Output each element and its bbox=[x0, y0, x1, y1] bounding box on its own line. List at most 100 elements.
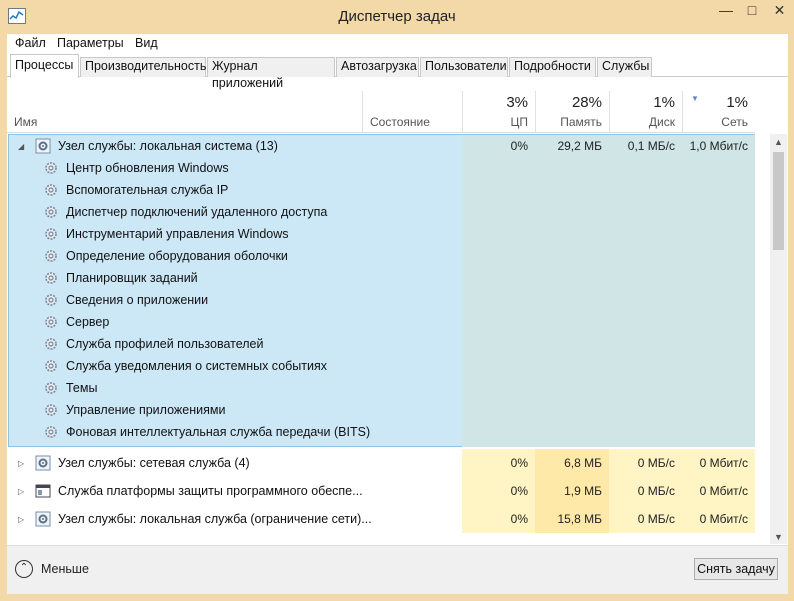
service-gear-icon bbox=[43, 380, 59, 396]
service-row[interactable]: Определение оборудования оболочки bbox=[7, 245, 755, 267]
column-network-label: Сеть bbox=[721, 115, 748, 129]
menu-view[interactable]: Вид bbox=[135, 36, 158, 50]
end-task-button[interactable]: Снять задачу bbox=[694, 558, 778, 580]
table-row[interactable]: ▷ Узел службы: сетевая служба (4) 0% 6,8 МБ… bbox=[7, 449, 755, 477]
sort-indicator-icon: ▼ bbox=[691, 94, 699, 103]
cpu-total-percent: 3% bbox=[506, 94, 528, 111]
table-row[interactable]: ▷ Узел службы: локальная служба (ограниче… bbox=[7, 505, 755, 533]
process-network: 0 Мбит/с bbox=[682, 449, 755, 477]
service-gear-icon bbox=[43, 182, 59, 198]
app-window-icon bbox=[35, 483, 51, 499]
column-memory-label: Память bbox=[560, 115, 602, 129]
gear-icon bbox=[35, 138, 51, 154]
column-header: Имя Состояние 3% ЦП 28% Память 1% Диск ▼… bbox=[7, 91, 755, 133]
service-gear-icon bbox=[43, 336, 59, 352]
service-gear-icon bbox=[43, 424, 59, 440]
process-memory: 15,8 МБ bbox=[535, 505, 609, 533]
service-gear-icon bbox=[43, 314, 59, 330]
tab-users[interactable]: Пользователи bbox=[420, 57, 508, 77]
memory-total-percent: 28% bbox=[571, 94, 602, 111]
service-row[interactable]: Сервер bbox=[7, 311, 755, 333]
tab-app-history[interactable]: Журнал приложений bbox=[207, 57, 335, 90]
service-name: Диспетчер подключений удаленного доступа bbox=[66, 205, 328, 219]
service-row[interactable]: Служба уведомления о системных событиях bbox=[7, 355, 755, 377]
chevron-up-icon[interactable]: ⌃ bbox=[15, 560, 33, 578]
footer-bar: ⌃ Меньше Снять задачу bbox=[7, 545, 788, 594]
disk-total-percent: 1% bbox=[653, 94, 675, 111]
fewer-details-link[interactable]: Меньше bbox=[41, 562, 89, 576]
column-disk-label: Диск bbox=[648, 115, 675, 129]
service-name: Сведения о приложении bbox=[66, 293, 209, 307]
title-bar[interactable]: Диспетчер задач — □ ✕ bbox=[0, 0, 794, 34]
service-name: Вспомогательная служба IP bbox=[66, 183, 229, 197]
service-row[interactable]: Темы bbox=[7, 377, 755, 399]
service-gear-icon bbox=[43, 226, 59, 242]
task-manager-window: Диспетчер задач — □ ✕ Файл Параметры Вид… bbox=[0, 0, 794, 601]
minimize-button[interactable]: — bbox=[713, 0, 739, 22]
service-row[interactable]: Инструментарий управления Windows bbox=[7, 223, 755, 245]
service-name: Служба профилей пользователей bbox=[66, 337, 264, 351]
menu-file[interactable]: Файл bbox=[15, 36, 46, 50]
service-gear-icon bbox=[43, 204, 59, 220]
vertical-scrollbar[interactable]: ▲ ▼ bbox=[770, 134, 787, 544]
service-row[interactable]: Служба профилей пользователей bbox=[7, 333, 755, 355]
process-disk: 0,1 МБ/с bbox=[627, 139, 675, 153]
scroll-up-arrow-icon[interactable]: ▲ bbox=[774, 137, 783, 147]
close-button[interactable]: ✕ bbox=[765, 0, 794, 22]
service-row[interactable]: Планировщик заданий bbox=[7, 267, 755, 289]
process-name: Узел службы: локальная система (13) bbox=[58, 139, 278, 153]
network-total-percent: 1% bbox=[726, 94, 748, 111]
menu-bar: Файл Параметры Вид bbox=[7, 34, 788, 54]
service-name: Сервер bbox=[66, 315, 110, 329]
service-name: Планировщик заданий bbox=[66, 271, 198, 285]
process-memory: 29,2 МБ bbox=[557, 139, 602, 153]
service-gear-icon bbox=[43, 270, 59, 286]
menu-options[interactable]: Параметры bbox=[57, 36, 124, 50]
process-network: 1,0 Мбит/с bbox=[689, 139, 748, 153]
tab-details[interactable]: Подробности bbox=[509, 57, 596, 77]
window-title: Диспетчер задач bbox=[338, 8, 456, 25]
scroll-down-arrow-icon[interactable]: ▼ bbox=[774, 532, 783, 542]
service-gear-icon bbox=[43, 160, 59, 176]
service-name: Фоновая интеллектуальная служба передачи… bbox=[66, 425, 371, 439]
service-row[interactable]: Управление приложениями bbox=[7, 399, 755, 421]
column-network[interactable]: ▼ 1% Сеть bbox=[682, 91, 755, 133]
expand-arrow-icon[interactable]: ▷ bbox=[18, 459, 24, 468]
tab-performance[interactable]: Производительность bbox=[80, 57, 206, 77]
tab-services[interactable]: Службы bbox=[597, 57, 652, 77]
process-list: ◢ Узел службы: локальная система (13) 0%… bbox=[7, 134, 755, 544]
table-row[interactable]: ▷ Служба платформы защиты программного об… bbox=[7, 477, 755, 505]
tab-processes[interactable]: Процессы bbox=[10, 54, 79, 78]
service-gear-icon bbox=[43, 248, 59, 264]
gear-icon bbox=[35, 455, 51, 471]
service-name: Служба уведомления о системных событиях bbox=[66, 359, 328, 373]
scroll-thumb[interactable] bbox=[773, 152, 784, 250]
column-cpu[interactable]: 3% ЦП bbox=[462, 91, 535, 133]
maximize-button[interactable]: □ bbox=[739, 0, 765, 22]
table-row-group[interactable]: ◢ Узел службы: локальная система (13) 0%… bbox=[7, 135, 755, 157]
column-memory[interactable]: 28% Память bbox=[535, 91, 609, 133]
service-gear-icon bbox=[43, 402, 59, 418]
collapse-arrow-icon[interactable]: ◢ bbox=[18, 142, 24, 151]
service-row[interactable]: Фоновая интеллектуальная служба передачи… bbox=[7, 421, 755, 443]
service-name: Темы bbox=[66, 381, 98, 395]
column-cpu-label: ЦП bbox=[510, 115, 528, 129]
expand-arrow-icon[interactable]: ▷ bbox=[18, 487, 24, 496]
column-name[interactable]: Имя bbox=[7, 91, 362, 133]
service-name: Управление приложениями bbox=[66, 403, 226, 417]
service-row[interactable]: Сведения о приложении bbox=[7, 289, 755, 311]
service-row[interactable]: Диспетчер подключений удаленного доступа bbox=[7, 201, 755, 223]
service-row[interactable]: Центр обновления Windows bbox=[7, 157, 755, 179]
tab-startup[interactable]: Автозагрузка bbox=[336, 57, 419, 77]
process-memory: 6,8 МБ bbox=[535, 449, 609, 477]
column-state[interactable]: Состояние bbox=[362, 91, 462, 133]
process-cpu: 0% bbox=[462, 477, 535, 505]
process-cpu: 0% bbox=[510, 139, 528, 153]
process-memory: 1,9 МБ bbox=[535, 477, 609, 505]
expand-arrow-icon[interactable]: ▷ bbox=[18, 515, 24, 524]
service-row[interactable]: Вспомогательная служба IP bbox=[7, 179, 755, 201]
process-disk: 0 МБ/с bbox=[609, 505, 682, 533]
column-disk[interactable]: 1% Диск bbox=[609, 91, 682, 133]
service-name: Инструментарий управления Windows bbox=[66, 227, 289, 241]
service-gear-icon bbox=[43, 292, 59, 308]
